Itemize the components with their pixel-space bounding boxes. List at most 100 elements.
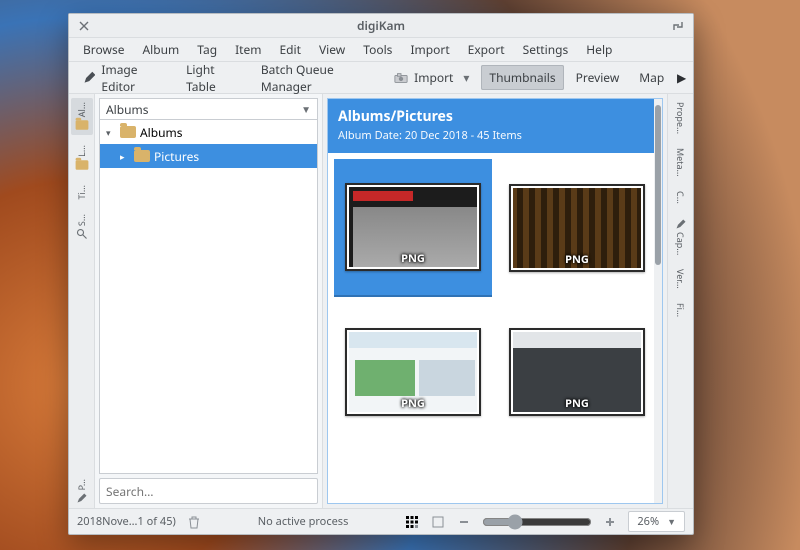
rail-tab-label: Prope… <box>674 102 687 134</box>
rail-tab-label: C… <box>674 191 687 204</box>
album-tree: ▾ Albums ▸ Pictures <box>99 120 318 474</box>
menu-export[interactable]: Export <box>460 38 513 61</box>
light-table-label: Light Table <box>186 61 241 95</box>
light-table-button[interactable]: Light Table <box>178 57 249 99</box>
window-maximize-button[interactable] <box>671 19 685 33</box>
rail-tab-label: S… <box>75 214 88 226</box>
folder-icon <box>134 150 150 162</box>
window-title: digiKam <box>91 17 671 34</box>
rail-tab-people[interactable]: P… <box>71 475 93 508</box>
format-badge: PNG <box>565 252 589 267</box>
chevron-down-icon: ▾ <box>463 69 469 86</box>
thumbnail-cell[interactable]: PNG <box>498 303 656 441</box>
album-banner: Albums/Pictures Album Date: 20 Dec 2018 … <box>328 99 662 153</box>
toolbar: Image Editor Light Table Batch Queue Man… <box>69 62 693 94</box>
thumbnail-cell[interactable]: PNG <box>498 159 656 297</box>
zoom-percent-label: 26% <box>637 514 659 529</box>
folder-icon <box>120 126 136 138</box>
rail-tab-label: Al… <box>75 102 88 117</box>
status-process-label: No active process <box>258 514 349 529</box>
tree-row-pictures[interactable]: ▸ Pictures <box>100 144 317 168</box>
status-bar: 2018Nove…1 of 45) No active process 26% … <box>69 508 693 534</box>
zoom-percent-box[interactable]: 26% ▼ <box>628 511 685 532</box>
rail-tab-properties[interactable]: Prope… <box>670 98 692 138</box>
import-button[interactable]: Import ▾ <box>386 65 477 90</box>
expand-icon[interactable]: ▾ <box>106 126 116 139</box>
expand-icon[interactable]: ▸ <box>120 150 130 163</box>
tree-row-albums[interactable]: ▾ Albums <box>100 120 317 144</box>
toolbar-overflow-button[interactable]: ▶ <box>676 69 687 86</box>
image-editor-button[interactable]: Image Editor <box>75 57 174 99</box>
breadcrumb: Albums/Pictures <box>338 107 652 126</box>
rail-tab-timeline[interactable]: Ti… <box>71 181 93 203</box>
thumbnail-grid: PNG PNG PNG PN <box>328 153 662 451</box>
rail-tab-colors[interactable]: C… <box>670 187 692 208</box>
status-selection-label: 2018Nove…1 of 45) <box>77 514 176 529</box>
thumbnail-viewport: Albums/Pictures Album Date: 20 Dec 2018 … <box>327 98 663 504</box>
album-subtitle: Album Date: 20 Dec 2018 - 45 Items <box>338 128 652 143</box>
view-map-label: Map <box>639 69 664 86</box>
rail-tab-filters[interactable]: Fi… <box>670 299 692 321</box>
rail-tab-label: Cap… <box>674 232 687 255</box>
titlebar: digiKam <box>69 14 693 38</box>
zoom-out-icon[interactable] <box>456 514 472 530</box>
format-badge: PNG <box>401 251 425 266</box>
chevron-down-icon: ▼ <box>667 515 676 528</box>
zoom-slider[interactable] <box>482 514 592 530</box>
pencil-icon <box>76 492 88 504</box>
window-close-button[interactable] <box>77 19 91 33</box>
zoom-control <box>482 514 592 530</box>
rail-tab-label: Fi… <box>674 303 687 317</box>
menu-settings[interactable]: Settings <box>515 38 577 61</box>
tree-label: Albums <box>140 124 183 141</box>
image-editor-label: Image Editor <box>101 61 166 95</box>
view-map-button[interactable]: Map <box>631 65 672 90</box>
view-preview-button[interactable]: Preview <box>568 65 628 90</box>
vertical-scrollbar[interactable] <box>654 99 662 503</box>
view-thumbnails-button[interactable]: Thumbnails <box>481 65 563 90</box>
view-thumbnails-label: Thumbnails <box>489 69 555 86</box>
thumbnail-cell[interactable]: PNG <box>334 159 492 297</box>
rail-tab-versions[interactable]: Ver… <box>670 265 692 293</box>
left-panel: Albums ▼ ▾ Albums ▸ Pictures <box>95 94 323 508</box>
zoom-in-icon[interactable] <box>602 514 618 530</box>
search-icon <box>76 228 88 240</box>
body: Al… L… Ti… S… P… Albums <box>69 94 693 508</box>
grid3-icon[interactable] <box>404 514 420 530</box>
rail-tab-albums[interactable]: Al… <box>71 98 93 135</box>
format-badge: PNG <box>565 396 589 411</box>
camera-icon <box>394 71 408 85</box>
batch-queue-label: Batch Queue Manager <box>261 61 374 95</box>
rail-tab-label: L… <box>75 145 88 157</box>
main-view: Albums/Pictures Album Date: 20 Dec 2018 … <box>323 94 667 508</box>
maximize-icon <box>673 21 683 31</box>
format-badge: PNG <box>401 396 425 411</box>
chevron-down-icon: ▼ <box>301 102 311 116</box>
fit-icon[interactable] <box>430 514 446 530</box>
panel-header[interactable]: Albums ▼ <box>99 98 318 120</box>
left-rail: Al… L… Ti… S… P… <box>69 94 95 508</box>
rail-tab-captions[interactable]: Cap… <box>670 214 692 259</box>
batch-queue-button[interactable]: Batch Queue Manager <box>253 57 382 99</box>
pencil-icon <box>83 71 95 85</box>
panel-header-label: Albums <box>106 101 149 118</box>
rail-tab-metadata[interactable]: Meta… <box>670 144 692 181</box>
trash-icon[interactable] <box>186 514 202 530</box>
rail-tab-label: Meta… <box>674 148 687 177</box>
thumbnail-cell[interactable]: PNG <box>334 303 492 441</box>
search-box[interactable] <box>99 478 318 504</box>
tree-label: Pictures <box>154 148 199 165</box>
search-input[interactable] <box>106 483 311 500</box>
thumbnail-image: PNG <box>509 184 645 272</box>
thumbnail-image: PNG <box>345 183 481 271</box>
menu-help[interactable]: Help <box>578 38 620 61</box>
thumbnail-image: PNG <box>345 328 481 416</box>
scrollbar-thumb[interactable] <box>655 105 661 265</box>
menu-import[interactable]: Import <box>402 38 457 61</box>
rail-tab-search[interactable]: S… <box>71 210 93 244</box>
rail-tab-labels[interactable]: L… <box>71 141 93 175</box>
rail-tab-label: Ti… <box>75 185 88 199</box>
pencil-icon <box>675 218 687 230</box>
rail-tab-label: P… <box>75 479 88 490</box>
rail-tab-label: Ver… <box>674 269 687 289</box>
